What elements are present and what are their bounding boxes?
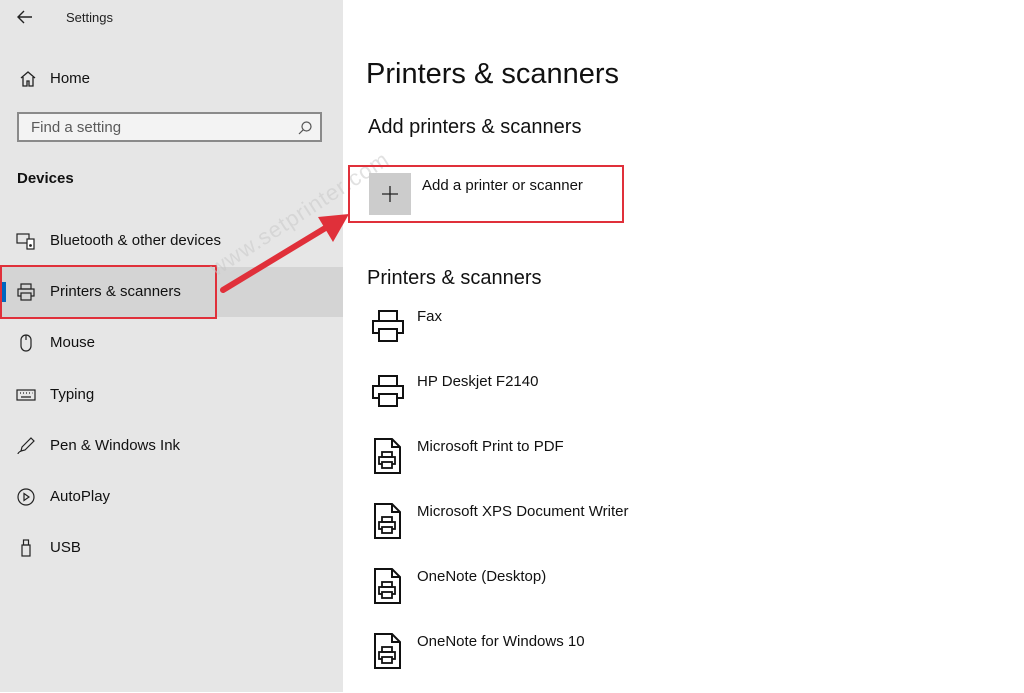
back-arrow-icon[interactable] <box>14 6 36 28</box>
printer-name: Fax <box>417 308 443 325</box>
section-heading: Devices <box>17 170 74 187</box>
sidebar-item-pen[interactable]: Pen & Windows Ink <box>0 421 343 471</box>
annotation-arrow <box>220 214 349 293</box>
keyboard-icon <box>16 385 36 405</box>
search-icon[interactable] <box>297 120 313 136</box>
printer-item[interactable]: Fax <box>370 308 770 368</box>
app-title: Settings <box>66 10 113 25</box>
printer-item[interactable]: OneNote for Windows 10 <box>370 633 770 693</box>
sidebar-item-label: USB <box>50 539 81 556</box>
add-printer-button[interactable]: Add a printer or scanner <box>369 173 629 217</box>
highlight-box-printers <box>0 265 217 319</box>
search-input[interactable] <box>19 114 301 140</box>
sidebar-item-label: Typing <box>50 386 95 403</box>
sidebar-item-label: Pen & Windows Ink <box>50 437 181 454</box>
add-section-heading: Add printers & scanners <box>368 116 582 138</box>
printer-item[interactable]: Microsoft XPS Document Writer <box>370 503 770 563</box>
printers-list-heading: Printers & scanners <box>367 267 542 289</box>
home-label: Home <box>50 70 91 87</box>
home-icon <box>18 69 38 89</box>
document-printer-icon <box>370 568 406 604</box>
autoplay-icon <box>16 487 36 507</box>
mouse-icon <box>16 333 36 353</box>
document-printer-icon <box>370 438 406 474</box>
bluetooth-devices-icon <box>16 231 36 251</box>
sidebar-item-typing[interactable]: Typing <box>0 370 343 420</box>
sidebar-item-autoplay[interactable]: AutoPlay <box>0 472 343 522</box>
printer-item[interactable]: OneNote (Desktop) <box>370 568 770 628</box>
printer-item[interactable]: HP Deskjet F2140 <box>370 373 770 433</box>
printer-name: OneNote (Desktop) <box>417 568 547 585</box>
plus-icon <box>369 173 411 215</box>
page-title: Printers & scanners <box>366 58 620 90</box>
add-printer-label: Add a printer or scanner <box>422 177 583 194</box>
sidebar-item-label: AutoPlay <box>50 488 111 505</box>
printer-name: Microsoft XPS Document Writer <box>417 503 629 520</box>
home-nav-item[interactable]: Home <box>0 62 343 96</box>
document-printer-icon <box>370 633 406 669</box>
sidebar: Settings Home Devices Bluetooth & other … <box>0 0 343 692</box>
printer-name: OneNote for Windows 10 <box>417 633 585 650</box>
pen-icon <box>16 436 36 456</box>
printer-icon <box>370 373 406 409</box>
printer-icon <box>370 308 406 344</box>
search-box[interactable] <box>17 112 322 142</box>
printer-name: HP Deskjet F2140 <box>417 373 539 390</box>
sidebar-item-label: Bluetooth & other devices <box>50 232 221 249</box>
sidebar-item-label: Mouse <box>50 334 96 351</box>
usb-icon <box>16 538 36 558</box>
sidebar-item-mouse[interactable]: Mouse <box>0 318 343 368</box>
printer-item[interactable]: Microsoft Print to PDF <box>370 438 770 498</box>
sidebar-item-usb[interactable]: USB <box>0 523 343 573</box>
printer-name: Microsoft Print to PDF <box>417 438 564 455</box>
document-printer-icon <box>370 503 406 539</box>
